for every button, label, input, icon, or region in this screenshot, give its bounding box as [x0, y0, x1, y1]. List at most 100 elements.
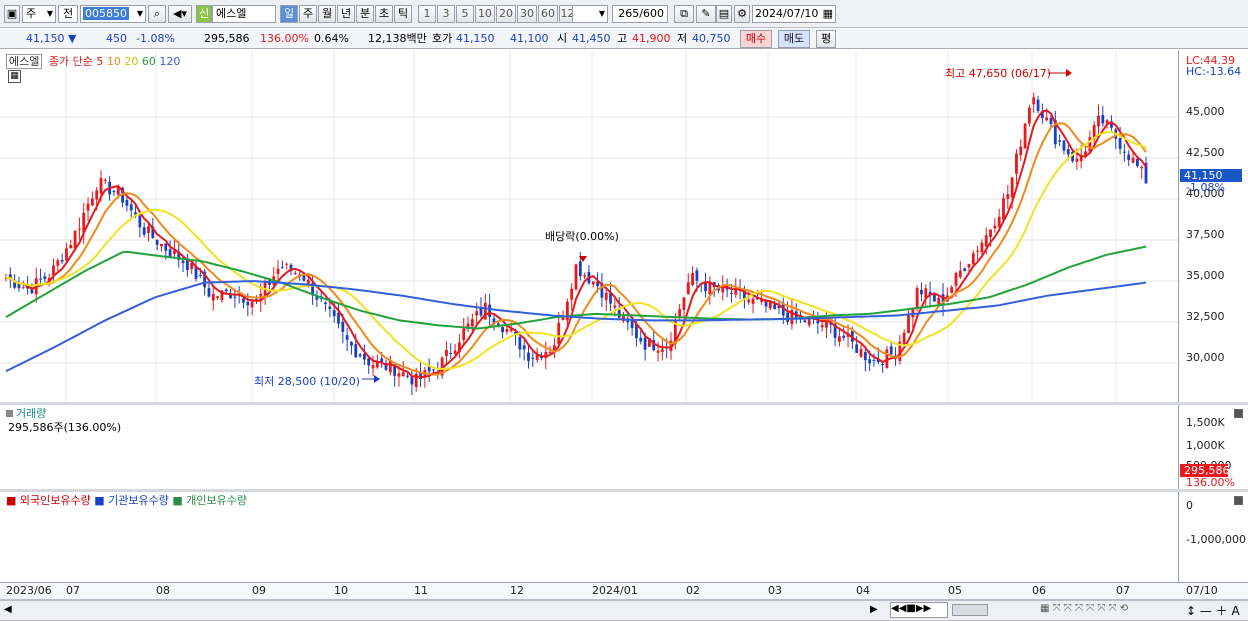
candle-body [95, 190, 99, 200]
legend-stock-name[interactable]: 에스엘 [6, 54, 43, 69]
stock-code-value: 005850 [83, 7, 129, 20]
period-combo[interactable]: 주 ▼ [22, 5, 56, 23]
candle-body [920, 289, 923, 295]
legend-ma20[interactable]: 20 [124, 55, 138, 68]
candle-body [583, 275, 587, 277]
candle-body [613, 305, 617, 308]
candle-body [574, 264, 578, 290]
playback-controls[interactable]: ◀◀■▶▶ [890, 602, 948, 618]
zoom-controls[interactable]: ↕ — ＋ A [1186, 602, 1240, 619]
bar-count-field[interactable]: 265/600 [612, 5, 668, 23]
search-icon[interactable]: ⌕ [148, 5, 166, 23]
candle-body [1140, 166, 1144, 169]
window-icon[interactable]: ▣ [4, 5, 20, 23]
count-button[interactable]: 60 [538, 5, 558, 23]
candle-body [660, 349, 664, 352]
scroll-right-icon[interactable]: ▶ [870, 604, 878, 615]
period-tab[interactable]: 일 [280, 5, 298, 23]
open-price: 41,450 [572, 32, 611, 45]
period-tab[interactable]: 월 [318, 5, 336, 23]
candle-body [518, 336, 522, 350]
pane-close-icon[interactable] [1234, 496, 1243, 505]
chart-scrollbar[interactable]: ◀ ▶ ◀◀■▶▶ ▦ ⤧ ⤧ ⤧ ⤧ ⤧ ⤧ ⟲ ↕ — ＋ A [0, 600, 1248, 621]
legend-individual[interactable]: ■ 개인보유수량 [172, 494, 247, 507]
stock-name-field[interactable]: 에스엘 [212, 5, 276, 23]
candle-body [211, 293, 215, 301]
candle-body [207, 288, 211, 297]
save-icon[interactable]: ▤ [716, 5, 732, 23]
price-axis-label: 42,500 [1186, 146, 1225, 159]
price-axis[interactable] [1178, 50, 1248, 402]
candle-body [1023, 123, 1027, 149]
candle-body [950, 287, 954, 293]
price-axis-label: 35,000 [1186, 269, 1225, 282]
legend-ma10[interactable]: 10 [107, 55, 121, 68]
period-tab[interactable]: 주 [299, 5, 317, 23]
buy-button[interactable]: 매수 [740, 30, 772, 48]
legend-ma5[interactable]: 5 [96, 55, 103, 68]
count-combo[interactable]: ▼ [572, 5, 608, 23]
candle-body [937, 297, 941, 305]
legend-foreign[interactable]: ■ 외국인보유수량 [6, 494, 91, 507]
credit-badge[interactable]: 신 [196, 5, 212, 23]
scroll-left-icon[interactable]: ◀ [4, 604, 12, 615]
candle-body [363, 353, 366, 360]
count-button[interactable]: 5 [456, 5, 474, 23]
high-label: 고 [617, 32, 628, 45]
candle-body [65, 248, 68, 261]
date-field[interactable]: 2024/07/10 ▦ [752, 5, 836, 23]
candle-body [224, 289, 228, 292]
stock-code-input[interactable]: 005850 ▼ [80, 5, 146, 23]
type-button[interactable]: 전 [58, 5, 78, 23]
count-button[interactable]: 3 [437, 5, 455, 23]
gear-icon[interactable]: ⚙ [734, 5, 750, 23]
candle-body [997, 216, 1001, 227]
period-tab[interactable]: 초 [375, 5, 393, 23]
count-button[interactable]: 30 [517, 5, 537, 23]
candle-body [924, 288, 928, 298]
legend-institution[interactable]: ■ 기관보유수량 [94, 494, 169, 507]
drawing-tool-icons[interactable]: ▦ ⤧ ⤧ ⤧ ⤧ ⤧ ⤧ ⟲ [1040, 603, 1172, 614]
count-button[interactable]: 10 [475, 5, 495, 23]
chart-tools-icon[interactable]: ⧉ [674, 5, 694, 23]
date-axis-label: 05 [948, 584, 962, 597]
chevron-down-icon: ▼ [136, 9, 143, 18]
date-axis-label: 2023/06 [6, 584, 52, 597]
pane-close-icon[interactable] [1234, 409, 1243, 418]
period-tab[interactable]: 년 [337, 5, 355, 23]
volume-pane[interactable] [0, 405, 1248, 489]
candle-body [989, 229, 992, 238]
average-button[interactable]: 평 [816, 30, 836, 48]
date-value: 2024/07/10 [755, 7, 819, 20]
sell-button[interactable]: 매도 [778, 30, 810, 48]
candle-body [838, 336, 841, 342]
legend-ma120[interactable]: 120 [159, 55, 180, 68]
candle-body [958, 270, 962, 278]
candle-body [358, 354, 362, 357]
candle-body [164, 243, 168, 251]
candle-body [69, 244, 73, 249]
period-tab[interactable]: 분 [356, 5, 374, 23]
count-button[interactable]: 1 [418, 5, 436, 23]
candle-body [591, 281, 595, 285]
candle-body [1028, 107, 1031, 124]
candle-body [73, 230, 77, 249]
candle-body [786, 312, 789, 322]
count-button[interactable]: 20 [496, 5, 516, 23]
speaker-icon[interactable]: ◀▾ [168, 5, 192, 23]
period-tab[interactable]: 틱 [394, 5, 412, 23]
open-label: 시 [557, 32, 568, 45]
candle-body [56, 260, 60, 266]
candle-body [125, 199, 129, 206]
main-toolbar: ▣ 주 ▼ 전 005850 ▼ ⌕ ◀▾ 신 에스엘 일주월년분초틱 1 3 5 10 2… [0, 0, 1248, 28]
draw-tools-icon[interactable]: ✎ [696, 5, 716, 23]
high-annotation: 최고 47,650 (06/17) [945, 67, 1052, 80]
candle-body [954, 272, 958, 286]
legend-ma60[interactable]: 60 [142, 55, 156, 68]
grid-toggle-icon[interactable]: ▦ [8, 70, 21, 83]
scroll-thumb[interactable] [952, 604, 988, 616]
candle-body [78, 228, 81, 230]
candle-body [747, 299, 751, 303]
candle-body [1045, 117, 1049, 121]
candle-body [354, 344, 358, 358]
